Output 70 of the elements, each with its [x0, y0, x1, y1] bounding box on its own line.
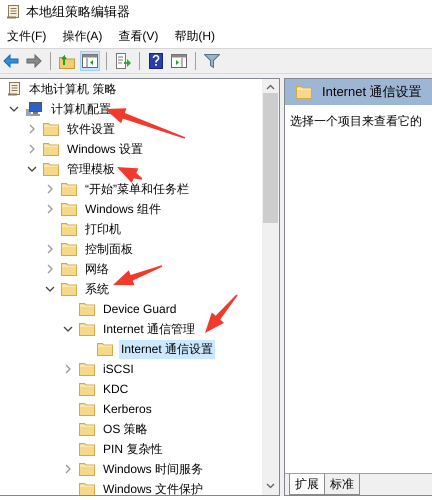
tree-item[interactable]: Windows 时间服务	[101, 460, 206, 478]
folder-icon	[61, 202, 77, 216]
folder-up-icon	[59, 53, 75, 69]
folder-icon	[43, 142, 59, 156]
folder-icon	[79, 302, 95, 316]
annotation-arrow	[205, 294, 238, 333]
annotation-arrow	[117, 167, 142, 183]
filter-icon	[204, 53, 220, 69]
folder-icon	[296, 85, 312, 99]
annotation-arrow	[113, 265, 162, 286]
export-list-icon	[115, 53, 131, 69]
tree-item[interactable]: Windows 文件保护	[101, 480, 206, 495]
app-scroll-icon	[6, 4, 20, 20]
tree-item[interactable]: Internet 通信设置	[119, 340, 216, 358]
tree-item[interactable]: 管理模板	[65, 160, 117, 178]
folder-icon	[61, 262, 77, 276]
description-text: 选择一个项目来查看它的	[289, 113, 423, 130]
scroll-down-icon[interactable]	[266, 483, 275, 489]
folder-icon	[97, 342, 113, 356]
tree-item[interactable]: Windows 组件	[83, 200, 164, 218]
tree-item[interactable]: 控制面板	[83, 240, 135, 258]
view-tab[interactable]: 标准	[324, 474, 360, 495]
tree-item[interactable]: 网络	[83, 260, 111, 278]
tree-item[interactable]: iSCSI	[101, 361, 136, 377]
tree-item[interactable]: 本地计算机 策略	[27, 80, 118, 98]
toolbar-button[interactable]	[80, 51, 100, 71]
tree-item[interactable]: Device Guard	[101, 301, 178, 317]
folder-icon	[79, 442, 95, 456]
help-icon	[149, 53, 163, 69]
tree-item[interactable]: 系统	[83, 280, 111, 298]
computer-icon	[25, 101, 43, 117]
tree-item[interactable]: KDC	[101, 381, 130, 397]
folder-icon	[43, 122, 59, 136]
folder-icon	[43, 162, 59, 176]
header-title: Internet 通信设置	[322, 83, 422, 101]
action-pane-icon	[171, 54, 187, 68]
folder-icon	[61, 182, 77, 196]
view-tab[interactable]: 扩展	[289, 474, 325, 495]
menu-item[interactable]: 帮助(H)	[169, 26, 223, 46]
tree-item[interactable]: Windows 设置	[65, 140, 146, 158]
tree-item[interactable]: 软件设置	[65, 120, 117, 138]
folder-icon	[79, 402, 95, 416]
folder-icon	[79, 462, 95, 476]
forward-arrow-icon	[26, 54, 42, 68]
folder-icon	[61, 282, 77, 296]
folder-icon	[61, 242, 77, 256]
tree-item[interactable]: Internet 通信管理	[101, 320, 198, 338]
folder-icon	[79, 382, 95, 396]
console-tree-icon	[82, 54, 98, 68]
tree-item[interactable]: OS 策略	[101, 420, 150, 438]
folder-icon	[61, 222, 77, 236]
menu-item[interactable]: 查看(V)	[113, 26, 166, 46]
folder-icon	[79, 362, 95, 376]
folder-icon	[79, 482, 95, 495]
window-title: 本地组策略编辑器	[26, 3, 130, 21]
tree-item[interactable]: 打印机	[83, 220, 123, 238]
tree-item[interactable]: “开始”菜单和任务栏	[83, 180, 191, 198]
folder-icon	[79, 322, 95, 336]
tree-item[interactable]: Kerberos	[101, 401, 154, 417]
folder-icon	[79, 422, 95, 436]
tree-item[interactable]: 计算机配置	[49, 100, 113, 118]
menu-item[interactable]: 文件(F)	[2, 26, 54, 46]
back-arrow-icon	[3, 54, 19, 68]
scrollbar[interactable]	[262, 79, 279, 495]
toolbar-button[interactable]	[146, 51, 166, 71]
scroll-icon	[7, 81, 21, 97]
menu-item[interactable]: 操作(A)	[57, 26, 110, 46]
tree-item[interactable]: PIN 复杂性	[101, 440, 164, 458]
scroll-up-icon[interactable]	[266, 84, 275, 90]
toolbar-button[interactable]	[169, 51, 189, 71]
